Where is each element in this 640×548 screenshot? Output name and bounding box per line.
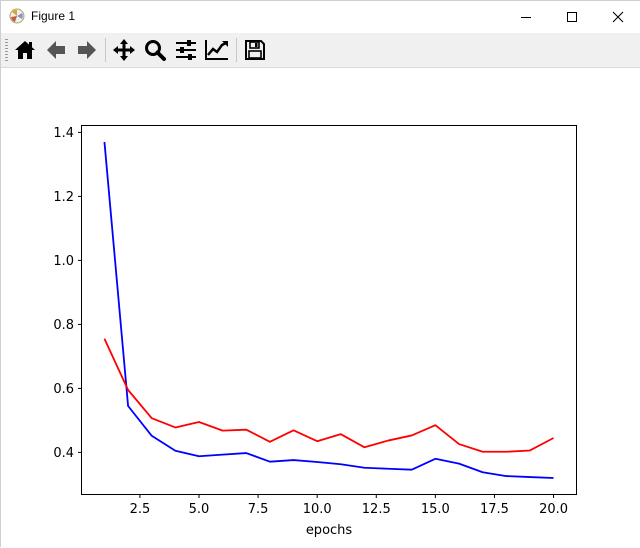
y-tick-label: 1.0 (53, 254, 74, 269)
edit-axis-icon (205, 40, 228, 60)
y-tick-label: 0.6 (53, 382, 74, 397)
edit-axis-button[interactable] (204, 37, 230, 63)
title-bar[interactable]: Figure 1 (1, 1, 640, 33)
figure-window: Figure 1 0.4 0.6 0.8 1.0 1.2 1.4 2.5 5.0… (0, 0, 640, 548)
close-icon (612, 11, 624, 23)
x-tick-label: 12.5 (362, 502, 391, 517)
minimize-button[interactable] (503, 1, 549, 33)
series-line-1 (103, 141, 554, 479)
y-tick-label: 0.8 (53, 318, 74, 333)
x-tick-label: 7.5 (248, 502, 269, 517)
x-tick-label: 15.0 (421, 502, 450, 517)
toolbar-separator (105, 38, 106, 62)
x-tick-label: 10.0 (303, 502, 332, 517)
save-button[interactable] (242, 37, 268, 63)
x-tick-label: 2.5 (130, 502, 151, 517)
navigation-toolbar (1, 33, 640, 68)
close-button[interactable] (595, 1, 640, 33)
configure-subplots-button[interactable] (173, 37, 199, 63)
x-tick-label: 17.5 (480, 502, 509, 517)
x-tick-label: 20.0 (539, 502, 568, 517)
toolbar-separator (236, 38, 237, 62)
x-axis: 2.5 5.0 7.5 10.0 12.5 15.0 17.5 20.0 (130, 494, 568, 517)
x-axis-label: epochs (306, 523, 353, 538)
y-tick-label: 1.4 (53, 126, 74, 141)
home-button[interactable] (12, 37, 38, 63)
y-tick-label: 0.4 (53, 446, 74, 461)
line-chart: 0.4 0.6 0.8 1.0 1.2 1.4 2.5 5.0 7.5 10.0 12.5 15.0… (53, 125, 577, 538)
maximize-icon (567, 12, 577, 22)
zoom-icon (145, 40, 166, 61)
pan-button[interactable] (111, 37, 137, 63)
figure-canvas[interactable]: 0.4 0.6 0.8 1.0 1.2 1.4 2.5 5.0 7.5 10.0 12.5 15.0… (1, 68, 640, 548)
pan-icon (113, 39, 135, 61)
window-title: Figure 1 (31, 9, 76, 23)
back-arrow-icon (47, 41, 65, 59)
x-tick-label: 5.0 (189, 502, 210, 517)
forward-arrow-icon (78, 41, 96, 59)
zoom-button[interactable] (142, 37, 168, 63)
forward-button[interactable] (74, 37, 100, 63)
maximize-button[interactable] (549, 1, 595, 33)
back-button[interactable] (43, 37, 69, 63)
save-icon (245, 40, 265, 60)
minimize-icon (521, 17, 531, 18)
home-icon (15, 41, 35, 59)
plot-lines (103, 141, 554, 479)
configure-subplots-icon (176, 40, 196, 60)
series-line-2 (103, 338, 554, 453)
y-tick-label: 1.2 (53, 190, 74, 205)
y-axis: 0.4 0.6 0.8 1.0 1.2 1.4 (53, 126, 82, 461)
matplotlib-app-icon (9, 8, 25, 24)
toolbar-grip[interactable] (5, 39, 8, 61)
